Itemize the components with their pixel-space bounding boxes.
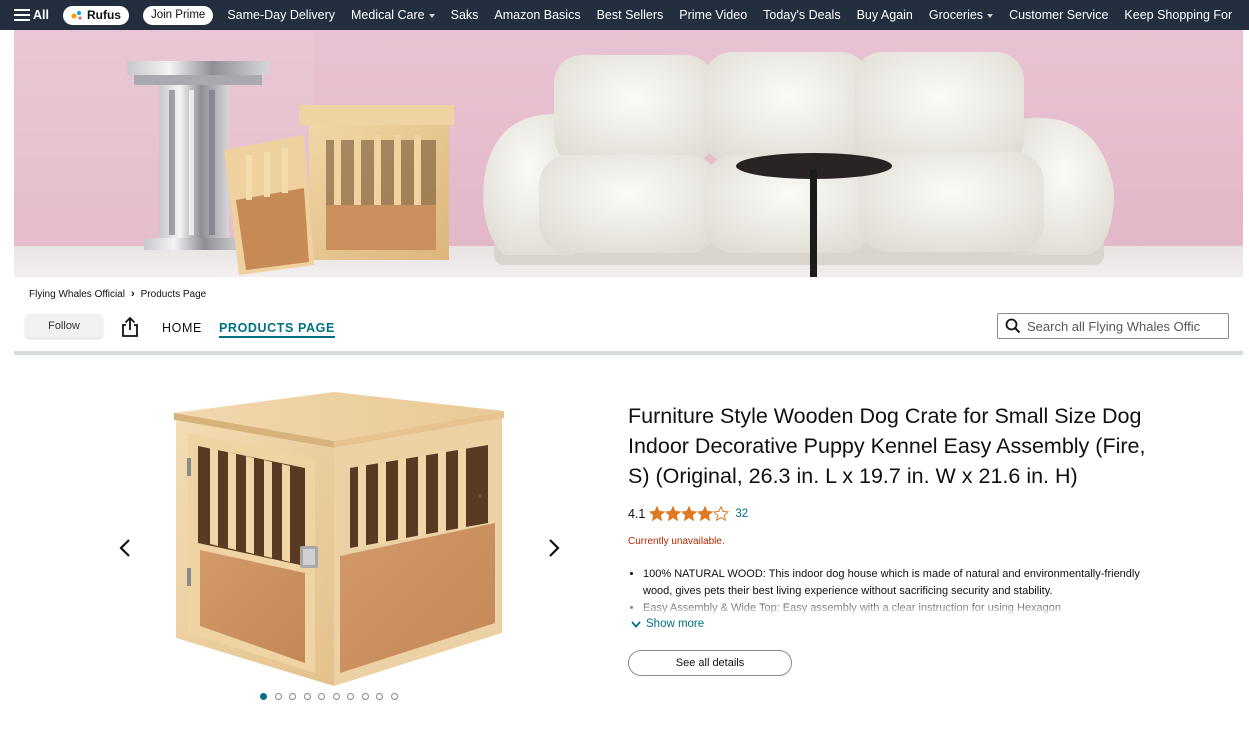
star-icon <box>649 506 666 521</box>
nav-link-label: Customer Service <box>1009 8 1109 22</box>
nav-link-keep-shopping-for[interactable]: Keep Shopping For <box>1124 8 1232 22</box>
nav-link-label: Buy Again <box>856 8 913 22</box>
top-nav: All Rufus Join Prime Same-Day Delivery Me… <box>0 0 1249 30</box>
nav-link-same-day-delivery[interactable]: Same-Day Delivery <box>227 8 335 22</box>
chevron-right-icon <box>549 539 560 557</box>
product-title[interactable]: Furniture Style Wooden Dog Crate for Sma… <box>628 401 1148 491</box>
carousel-dot[interactable] <box>318 693 325 700</box>
breadcrumb-separator-icon: › <box>130 288 135 300</box>
store-search-input[interactable] <box>1027 318 1217 334</box>
caret-down-icon <box>428 14 435 18</box>
caret-down-icon <box>987 14 994 18</box>
follow-button[interactable]: Follow <box>25 314 103 338</box>
nav-link-label: Best Sellers <box>596 8 664 22</box>
nav-link-label: Today's Deals <box>763 8 841 22</box>
nav-link-best-sellers[interactable]: Best Sellers <box>597 8 664 22</box>
nav-link-saks[interactable]: Saks <box>451 8 479 22</box>
carousel-dot[interactable] <box>303 693 311 700</box>
carousel-dot[interactable] <box>376 693 383 700</box>
breadcrumb-store-link[interactable]: Flying Whales Official <box>29 289 125 300</box>
nav-link-amazon-basics[interactable]: Amazon Basics <box>494 8 580 22</box>
carousel-dot[interactable] <box>274 693 282 700</box>
carousel-dot[interactable] <box>289 693 296 700</box>
dog-crate-image <box>174 392 504 686</box>
product-image[interactable] <box>160 388 515 688</box>
nav-link-label: Keep Shopping For <box>1124 8 1233 22</box>
nav-links: Same-Day Delivery Medical Care Saks Amazon … <box>227 8 1249 22</box>
nav-link-today-s-deals[interactable]: Today's Deals <box>763 8 840 22</box>
see-all-details-button[interactable]: See all details <box>628 650 792 676</box>
tab-products-page[interactable]: PRODUCTS PAGE <box>219 321 335 338</box>
store-hero-banner <box>14 30 1243 277</box>
carousel-next-button[interactable] <box>544 535 564 561</box>
rating-stars[interactable] <box>649 506 730 521</box>
carousel-dot[interactable] <box>390 693 398 700</box>
nav-link-label: Saks <box>450 8 479 22</box>
availability-status: Currently unavailable. <box>628 536 725 547</box>
nav-link-buy-again[interactable]: Buy Again <box>857 8 913 22</box>
rating-value: 4.1 <box>628 506 646 521</box>
show-more-label: Show more <box>646 618 705 630</box>
rufus-button[interactable]: Rufus <box>62 5 129 25</box>
review-count-link[interactable]: 32 <box>735 508 748 520</box>
nav-link-label: Groceries <box>928 8 984 22</box>
hero-image <box>14 30 1243 277</box>
nav-link-label: Prime Video <box>679 8 748 22</box>
nav-link-groceries[interactable]: Groceries <box>928 8 994 22</box>
chevron-down-icon <box>631 620 641 628</box>
rufus-label: Rufus <box>86 7 121 22</box>
carousel-dot[interactable] <box>332 693 340 700</box>
star-icon <box>665 506 682 521</box>
nav-link-label: Medical Care <box>350 8 425 22</box>
feature-bullet: 100% NATURAL WOOD: This indoor dog house… <box>643 566 1143 600</box>
star-icon <box>713 506 730 521</box>
carousel-dot[interactable] <box>347 693 354 700</box>
join-prime-label: Join Prime <box>150 8 206 21</box>
star-icon <box>681 506 698 521</box>
nav-link-medical-care[interactable]: Medical Care <box>351 8 435 22</box>
all-menu-label: All <box>33 8 49 22</box>
nav-link-customer-service[interactable]: Customer Service <box>1009 8 1108 22</box>
carousel-dot[interactable] <box>260 693 267 700</box>
breadcrumb: Flying Whales Official › Products Page <box>29 288 206 300</box>
chevron-left-icon <box>119 539 130 557</box>
bullets-fade <box>628 598 1143 614</box>
search-icon[interactable] <box>1005 318 1021 334</box>
hamburger-icon <box>14 9 30 21</box>
store-nav-divider <box>14 351 1243 355</box>
nav-link-label: Same-Day Delivery <box>227 8 335 22</box>
join-prime-button[interactable]: Join Prime <box>142 5 214 25</box>
nav-link-label: Amazon Basics <box>494 8 581 22</box>
tab-home[interactable]: HOME <box>162 321 202 335</box>
carousel-dots <box>260 693 405 700</box>
all-menu-button[interactable]: All <box>0 8 49 22</box>
breadcrumb-current: Products Page <box>140 288 207 300</box>
star-icon <box>697 506 714 521</box>
carousel-prev-button[interactable] <box>115 535 135 561</box>
store-search <box>997 313 1229 339</box>
nav-link-prime-video[interactable]: Prime Video <box>679 8 747 22</box>
share-icon <box>122 316 138 337</box>
rufus-icon <box>71 11 82 20</box>
carousel-dot[interactable] <box>361 693 369 700</box>
share-button[interactable] <box>121 316 139 338</box>
product-rating: 4.1 32 <box>628 506 748 521</box>
show-more-link[interactable]: Show more <box>631 618 704 630</box>
